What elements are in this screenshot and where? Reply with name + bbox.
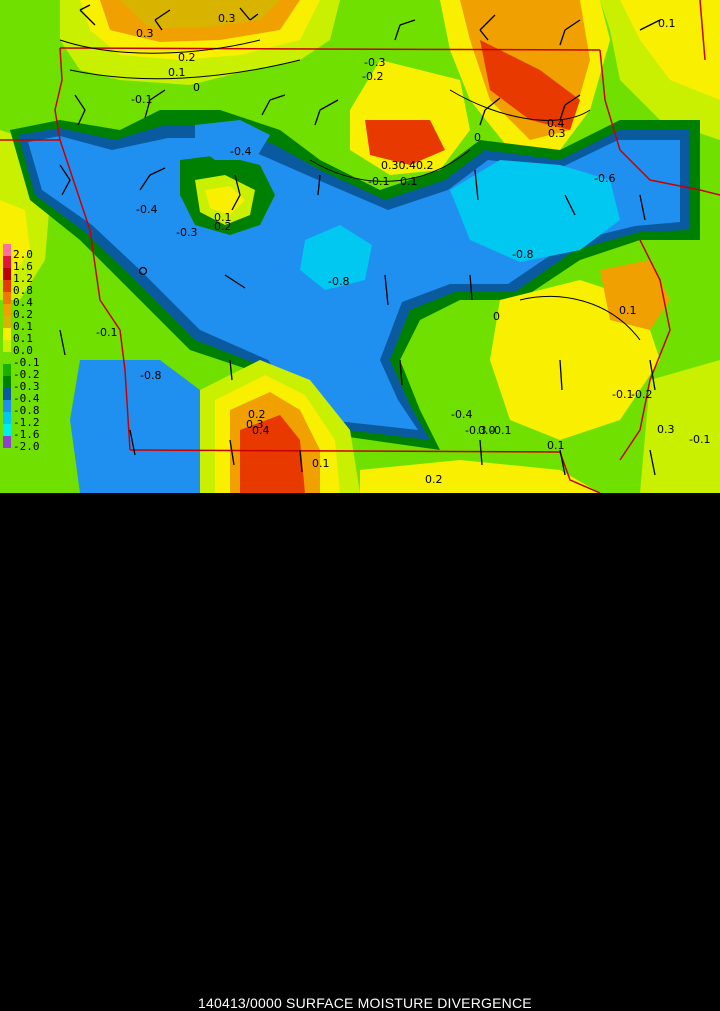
legend-swatch — [3, 256, 11, 268]
legend-swatch — [3, 352, 11, 364]
contour-label: 0.1 — [312, 457, 330, 470]
contour-label: -0.3 — [176, 226, 197, 239]
contour-label: -0.2 — [631, 388, 652, 401]
map-title: 140413/0000 SURFACE MOISTURE DIVERGENCE — [198, 995, 532, 1011]
contour-label: 0.30.40.2 — [381, 159, 433, 172]
legend-swatch — [3, 328, 11, 340]
contour-label: 0.1 — [619, 304, 637, 317]
contour-label: 0 — [193, 81, 200, 94]
contour-label: -0.6 — [594, 172, 615, 185]
legend-swatch — [3, 316, 11, 328]
contour-label: -0.2 — [362, 70, 383, 83]
contour-label: -0.8 — [512, 248, 533, 261]
legend-swatch — [3, 244, 11, 256]
legend-labels: 2.0 1.6 1.2 0.8 0.4 0.2 0.1 0.1 0.0 -0.1 -0.2 -0.3-… — [13, 249, 40, 453]
contour-label: 0.2 — [214, 220, 232, 233]
legend-swatch — [3, 400, 11, 412]
legend-swatch — [3, 268, 11, 280]
contour-label: 0 — [474, 131, 481, 144]
contour-label: -0.1 — [131, 93, 152, 106]
legend-value: -2.0 — [13, 440, 40, 453]
contour-label: -0.4 — [451, 408, 472, 421]
contour-label: 0.1 — [400, 175, 418, 188]
contour-label: -0.1 — [689, 433, 710, 446]
contour-label: 0.3 — [136, 27, 154, 40]
contour-label: 0.3 — [218, 12, 236, 25]
contour-label: -0.3 — [364, 56, 385, 69]
contour-label: 0.2 — [178, 51, 196, 64]
contour-label: -0.1 — [490, 424, 511, 437]
legend-swatch — [3, 292, 11, 304]
contour-label: -0.1 — [96, 326, 117, 339]
legend-swatch — [3, 280, 11, 292]
legend-swatch — [3, 364, 11, 376]
legend-swatch — [3, 436, 11, 448]
divergence-map: 0.30.30.20.10-0.1-0.3-0.20.10.40.30-0.40… — [0, 0, 720, 493]
contour-label: -0.4 — [230, 145, 251, 158]
contour-label: 0.3 — [548, 127, 566, 140]
contour-label: -0.8 — [328, 275, 349, 288]
contour-label: -0.8 — [140, 369, 161, 382]
contour-label: 0.1 — [658, 17, 676, 30]
color-legend — [3, 244, 11, 448]
legend-swatch — [3, 376, 11, 388]
legend-swatch — [3, 304, 11, 316]
contour-label: 0.4 — [252, 424, 270, 437]
legend-swatch — [3, 388, 11, 400]
contour-label: -0.4 — [136, 203, 157, 216]
legend-swatch — [3, 340, 11, 352]
legend-swatch — [3, 412, 11, 424]
contour-label: 0.1 — [168, 66, 186, 79]
contour-label: 0.3 — [657, 423, 675, 436]
contour-label: 0.2 — [425, 473, 443, 486]
caption-bar: 140413/0000 SURFACE MOISTURE DIVERGENCE — [0, 493, 720, 1011]
contour-label: 0.1 — [547, 439, 565, 452]
legend-swatch — [3, 424, 11, 436]
contour-label: -0.1 — [368, 175, 389, 188]
contour-label: 0 — [493, 310, 500, 323]
